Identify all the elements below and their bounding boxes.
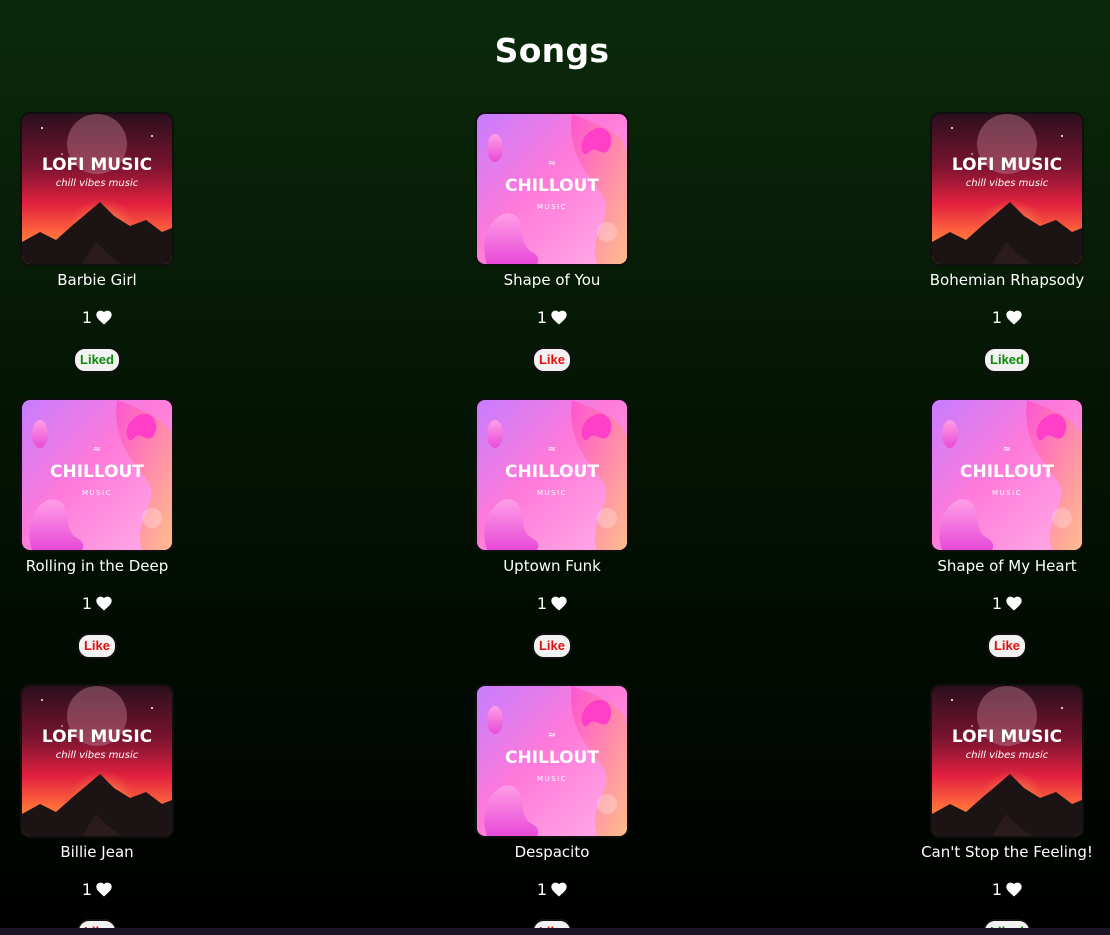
song-card: LOFI MUSIC chill vibes music Billie Jean… (7, 684, 187, 935)
heart-icon (96, 596, 112, 611)
album-cover[interactable]: ≈ CHILLOUT MUSIC (475, 112, 629, 266)
song-title: Can't Stop the Feeling! (921, 843, 1093, 861)
song-card: LOFI MUSIC chill vibes music Can't Stop … (917, 684, 1097, 935)
heart-icon (551, 596, 567, 611)
like-count: 1 (536, 307, 567, 327)
page-title: Songs (494, 31, 610, 70)
heart-icon (1006, 882, 1022, 897)
cover-subtitle-text: MUSIC (537, 489, 567, 497)
song-card: ≈ CHILLOUT MUSIC Despacito1Like (462, 684, 642, 935)
cover-subtitle-text: chill vibes music (966, 178, 1049, 189)
song-card: LOFI MUSIC chill vibes music Bohemian Rh… (917, 112, 1097, 373)
cover-title-text: CHILLOUT (505, 176, 599, 196)
bottom-bar (0, 928, 1110, 935)
cover-subtitle-text: MUSIC (537, 775, 567, 783)
liked-button[interactable]: Liked (73, 347, 121, 373)
cover-title-text: LOFI MUSIC (42, 727, 152, 747)
cover-title-text: LOFI MUSIC (952, 155, 1062, 175)
cover-title-text: LOFI MUSIC (42, 155, 152, 175)
song-title: Despacito (514, 843, 590, 861)
song-title: Shape of My Heart (937, 557, 1077, 575)
cover-title-text: CHILLOUT (505, 748, 599, 768)
like-button[interactable]: Like (986, 633, 1027, 659)
like-count-value: 1 (536, 879, 548, 899)
like-count: 1 (536, 593, 567, 613)
cover-subtitle-text: chill vibes music (56, 178, 139, 189)
like-count-value: 1 (991, 593, 1003, 613)
song-title: Bohemian Rhapsody (929, 271, 1085, 289)
like-count-value: 1 (536, 593, 548, 613)
cover-title-text: CHILLOUT (960, 462, 1054, 482)
cover-logo-mark: ≈ (93, 444, 101, 455)
song-title: Uptown Funk (503, 557, 601, 575)
song-title: Billie Jean (60, 843, 134, 861)
song-card: ≈ CHILLOUT MUSIC Uptown Funk 1 Like (462, 398, 642, 659)
like-count-value: 1 (81, 879, 93, 899)
album-cover[interactable]: ≈ CHILLOUT MUSIC (475, 684, 629, 838)
like-button[interactable]: Like (531, 633, 572, 659)
album-cover[interactable]: ≈ CHILLOUT MUSIC (475, 398, 629, 552)
like-button[interactable]: Like (531, 347, 572, 373)
like-count-value: 1 (991, 879, 1003, 899)
cover-subtitle-text: chill vibes music (966, 750, 1049, 761)
like-count: 1 (81, 593, 112, 613)
heart-icon (1006, 596, 1022, 611)
album-cover[interactable]: LOFI MUSIC chill vibes music (930, 684, 1084, 838)
like-count: 1 (81, 307, 112, 327)
song-card: ≈ CHILLOUT MUSIC Rolling in the Deep 1 Lik… (7, 398, 187, 659)
like-count: 1 (991, 879, 1022, 899)
cover-title-text: CHILLOUT (505, 462, 599, 482)
like-count-value: 1 (991, 307, 1003, 327)
heart-icon (96, 310, 112, 325)
album-cover[interactable]: LOFI MUSIC chill vibes music (930, 112, 1084, 266)
like-count: 1 (536, 879, 567, 899)
heart-icon (1006, 310, 1022, 325)
song-card: ≈ CHILLOUT MUSIC Shape of You 1 Like (462, 112, 642, 373)
cover-logo-mark: ≈ (548, 158, 556, 169)
liked-button[interactable]: Liked (983, 347, 1031, 373)
heart-icon (96, 882, 112, 897)
song-card: LOFI MUSIC chill vibes music Barbie Girl… (7, 112, 187, 373)
cover-title-text: LOFI MUSIC (952, 727, 1062, 747)
like-count: 1 (81, 879, 112, 899)
song-title: Barbie Girl (57, 271, 137, 289)
album-cover[interactable]: LOFI MUSIC chill vibes music (20, 684, 174, 838)
cover-title-text: CHILLOUT (50, 462, 144, 482)
song-title: Rolling in the Deep (25, 557, 169, 575)
cover-logo-mark: ≈ (1003, 444, 1011, 455)
like-button[interactable]: Like (76, 633, 117, 659)
cover-subtitle-text: chill vibes music (56, 750, 139, 761)
like-count-value: 1 (536, 307, 548, 327)
like-count: 1 (991, 593, 1022, 613)
cover-logo-mark: ≈ (548, 444, 556, 455)
heart-icon (551, 882, 567, 897)
album-cover[interactable]: LOFI MUSIC chill vibes music (20, 112, 174, 266)
like-count: 1 (991, 307, 1022, 327)
like-count-value: 1 (81, 307, 93, 327)
cover-subtitle-text: MUSIC (992, 489, 1022, 497)
album-cover[interactable]: ≈ CHILLOUT MUSIC (20, 398, 174, 552)
heart-icon (551, 310, 567, 325)
cover-logo-mark: ≈ (548, 730, 556, 741)
song-card: ≈ CHILLOUT MUSIC Shape of My Heart 1 Like (917, 398, 1097, 659)
album-cover[interactable]: ≈ CHILLOUT MUSIC (930, 398, 1084, 552)
cover-subtitle-text: MUSIC (82, 489, 112, 497)
song-title: Shape of You (503, 271, 601, 289)
cover-subtitle-text: MUSIC (537, 203, 567, 211)
like-count-value: 1 (81, 593, 93, 613)
